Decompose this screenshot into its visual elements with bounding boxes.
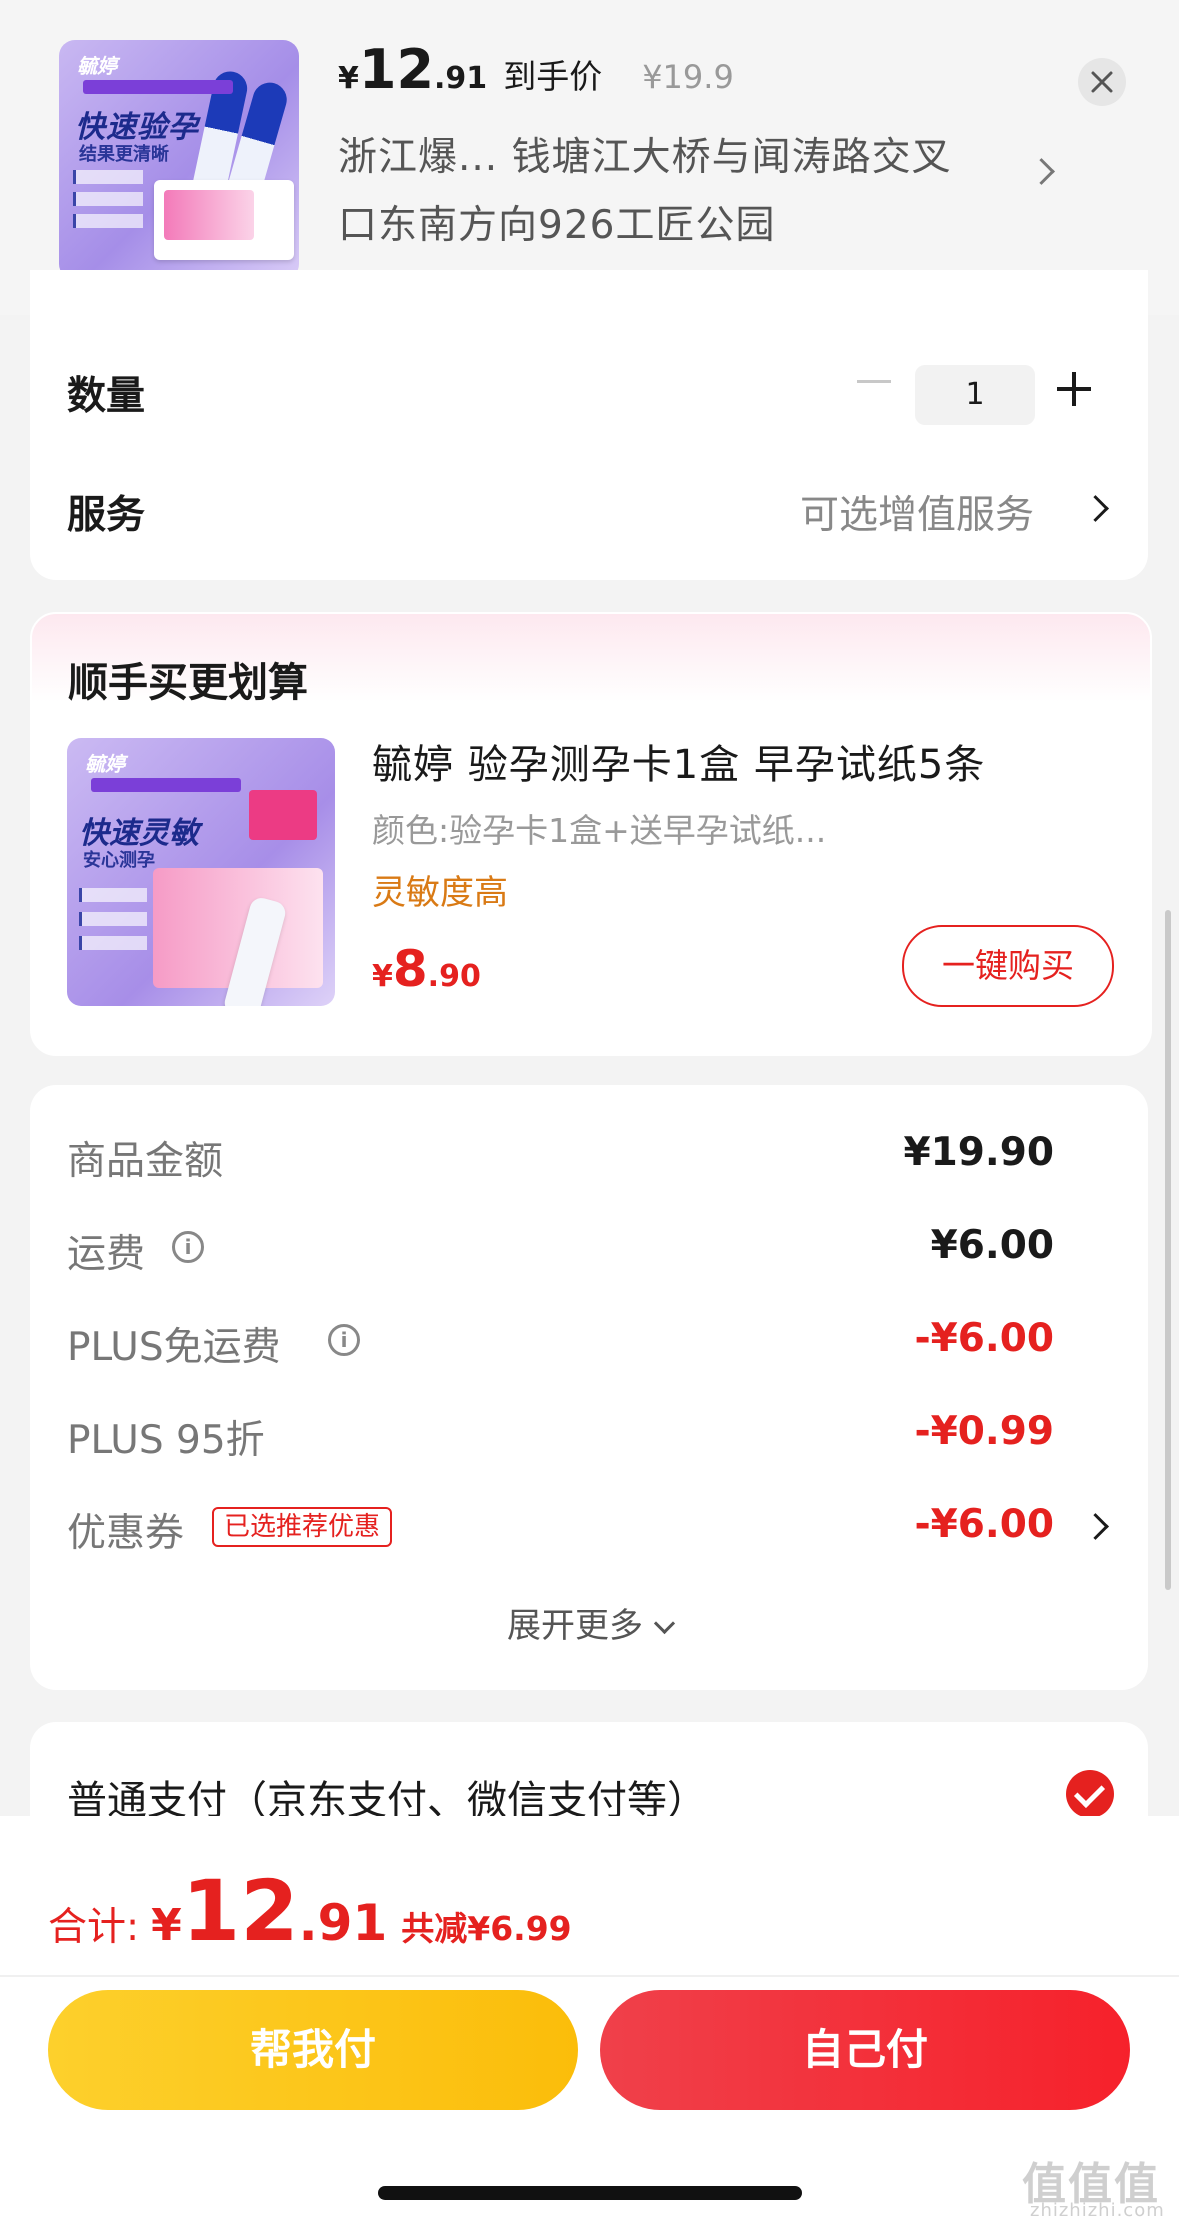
total-savings: 共减¥6.99 (401, 1909, 572, 1948)
price-integer: 12 (181, 1862, 299, 1960)
quantity-decrease-button[interactable] (857, 380, 891, 383)
expand-more-label: 展开更多 (507, 1606, 643, 1646)
price-integer: 12 (358, 38, 435, 101)
watermark-url: zhizhizhi.com (1030, 2200, 1165, 2221)
thumb-ribbon (91, 778, 241, 792)
close-button[interactable] (1078, 58, 1126, 106)
delivery-address[interactable]: 浙江爆... 钱塘江大桥与闻涛路交叉 口东南方向926工匠公园 (338, 124, 1018, 260)
close-icon (1091, 71, 1113, 93)
combo-product-thumbnail[interactable]: 毓婷 快速灵敏 安心测孕 (67, 738, 335, 1006)
one-click-buy-button[interactable]: 一键购买 (902, 925, 1114, 1007)
price-decimal: .91 (298, 1894, 388, 1952)
thumb-brand: 毓婷 (85, 752, 125, 776)
expand-more-button[interactable]: 展开更多 (0, 1598, 1179, 1647)
address-line-1: 浙江爆... 钱塘江大桥与闻涛路交叉 (338, 135, 952, 180)
thumb-feature-list (73, 170, 143, 236)
quantity-input[interactable]: 1 (915, 365, 1035, 425)
thumb-subtitle: 结果更清晰 (79, 144, 169, 165)
original-price: ¥19.9 (642, 58, 734, 96)
combo-price: ¥ 8 .90 (372, 940, 481, 998)
self-pay-button[interactable]: 自己付 (600, 1990, 1130, 2110)
quantity-increase-button[interactable] (1057, 372, 1091, 406)
chevron-down-icon (653, 1612, 676, 1635)
checkmark-icon[interactable] (1066, 1770, 1114, 1818)
help-pay-button[interactable]: 帮我付 (48, 1990, 578, 2110)
price-decimal: .90 (427, 959, 481, 994)
coupon-label: 优惠券 (67, 1511, 185, 1556)
subtotal-value: ¥19.90 (903, 1130, 1055, 1175)
info-icon[interactable]: i (172, 1231, 204, 1263)
thumb-subtitle: 安心测孕 (83, 850, 155, 871)
thumb-feature-list (79, 888, 147, 960)
service-option[interactable]: 可选增值服务 (800, 484, 1034, 540)
thumb-tag (249, 790, 317, 840)
subtotal-label: 商品金额 (67, 1139, 224, 1184)
coupon-badge: 已选推荐优惠 (212, 1507, 393, 1547)
total-label: 合计: (48, 1905, 140, 1950)
home-indicator[interactable] (378, 2186, 802, 2200)
combo-product-tag: 灵敏度高 (372, 873, 508, 913)
currency-symbol: ¥ (151, 1900, 182, 1951)
divider (0, 1975, 1179, 1977)
plus-free-shipping-value: -¥6.00 (914, 1316, 1054, 1361)
product-thumbnail[interactable]: 毓婷 快速验孕 结果更清晰 (59, 40, 299, 280)
combo-product-spec: 颜色:验孕卡1盒+送早孕试纸... (372, 811, 827, 850)
address-line-2: 口东南方向926工匠公园 (338, 203, 776, 248)
currency-symbol: ¥ (372, 959, 393, 994)
plus-discount-value: -¥0.99 (914, 1409, 1054, 1454)
combo-section-title: 顺手买更划算 (68, 660, 308, 706)
price-integer: 8 (392, 940, 428, 998)
shipping-label: 运费 (67, 1232, 146, 1277)
plus-free-shipping-label: PLUS免运费 (67, 1325, 281, 1370)
scrollbar[interactable] (1165, 910, 1171, 1590)
service-label: 服务 (67, 493, 146, 538)
price-decimal: .91 (434, 61, 488, 96)
coupon-value[interactable]: -¥6.00 (914, 1502, 1054, 1547)
info-icon[interactable]: i (328, 1324, 360, 1356)
final-price-tag: 到手价 (503, 57, 603, 96)
thumb-brand: 毓婷 (77, 54, 117, 78)
product-box-label (164, 190, 254, 240)
currency-symbol: ¥ (338, 61, 359, 96)
quantity-label: 数量 (67, 374, 146, 419)
plus-discount-label: PLUS 95折 (67, 1418, 265, 1463)
header-price: ¥ 12 .91 到手价 ¥19.9 (338, 38, 734, 108)
order-total: 合计: ¥ 12 .91 共减¥6.99 (48, 1862, 572, 1960)
combo-product-name[interactable]: 毓婷 验孕测孕卡1盒 早孕试纸5条 (372, 732, 985, 790)
thumb-ribbon (83, 80, 233, 94)
shipping-value: ¥6.00 (930, 1223, 1054, 1268)
